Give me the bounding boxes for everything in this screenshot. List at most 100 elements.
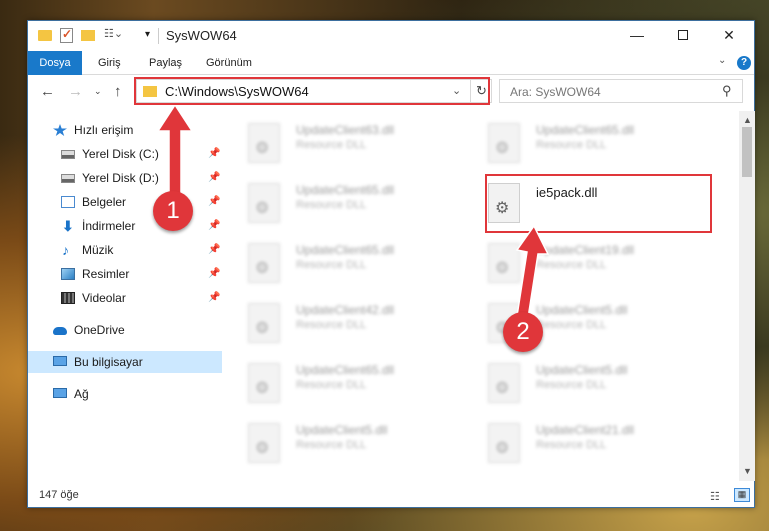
file-description: Resource DLL: [536, 439, 607, 451]
ribbon-tabs: Dosya Giriş Paylaş Görünüm ⌄ ?: [28, 51, 754, 75]
file-item[interactable]: UpdateClient5.dll Resource DLL: [224, 419, 460, 479]
properties-check-icon[interactable]: [60, 27, 73, 43]
file-item[interactable]: UpdateClient65.dll Resource DLL: [464, 119, 700, 179]
close-button[interactable]: ✕: [706, 21, 752, 49]
help-button[interactable]: ?: [737, 56, 751, 70]
minimize-button[interactable]: —: [614, 21, 660, 49]
file-description: Resource DLL: [296, 379, 367, 391]
large-icons-view-icon[interactable]: ▦: [734, 488, 750, 502]
file-description: Resource DLL: [296, 259, 367, 271]
dll-file-icon: [248, 423, 280, 463]
up-button[interactable]: ↑: [114, 83, 122, 100]
sidebar-item-label: Resimler: [82, 267, 130, 281]
vertical-scrollbar[interactable]: ▲ ▼: [739, 111, 755, 481]
sidebar-item-label: Ağ: [74, 387, 89, 401]
sidebar-item-this-pc[interactable]: Bu bilgisayar: [28, 351, 222, 373]
cloud-icon: [53, 327, 67, 335]
disk-icon: [61, 150, 75, 159]
new-folder-icon[interactable]: [81, 30, 95, 41]
file-name: UpdateClient42.dll: [296, 303, 395, 317]
pin-icon[interactable]: 📌: [208, 239, 220, 261]
dll-file-icon: [248, 303, 280, 343]
star-icon: [53, 124, 67, 136]
customize-toolbar-icon[interactable]: ☷⌄: [104, 27, 126, 43]
file-description: Resource DLL: [536, 139, 607, 151]
forward-button[interactable]: →: [68, 83, 83, 100]
tab-file[interactable]: Dosya: [28, 51, 82, 75]
file-name: UpdateClient5.dll: [296, 423, 388, 437]
disk-icon: [61, 174, 75, 183]
network-icon: [53, 388, 67, 398]
sidebar-item-pictures[interactable]: Resimler 📌: [28, 263, 222, 285]
tab-view[interactable]: Görünüm: [196, 51, 262, 75]
sidebar-item-videos[interactable]: Videolar 📌: [28, 287, 222, 309]
file-name: UpdateClient65.dll: [296, 243, 395, 257]
tab-share[interactable]: Paylaş: [139, 51, 192, 75]
search-input[interactable]: Ara: SysWOW64 ⚲: [499, 79, 743, 103]
file-description: Resource DLL: [296, 319, 367, 331]
pin-icon[interactable]: 📌: [208, 191, 220, 213]
arrow-to-file: [515, 226, 550, 319]
file-name: UpdateClient65.dll: [296, 363, 395, 377]
document-icon: [61, 196, 75, 208]
back-button[interactable]: ←: [40, 83, 55, 100]
pin-icon[interactable]: 📌: [208, 287, 220, 309]
dll-file-icon: [248, 123, 280, 163]
file-description: Resource DLL: [536, 379, 607, 391]
pin-icon[interactable]: 📌: [208, 143, 220, 165]
sidebar-item-label: Hızlı erişim: [74, 123, 134, 137]
pin-icon[interactable]: 📌: [208, 167, 220, 189]
title-bar: ☷⌄ ▾ SysWOW64 — ✕: [28, 21, 754, 51]
pin-icon[interactable]: 📌: [208, 215, 220, 237]
download-icon: ⬇: [62, 218, 74, 234]
dll-file-icon: [488, 423, 520, 463]
tab-home[interactable]: Giriş: [88, 51, 131, 75]
file-item[interactable]: UpdateClient5.dll Resource DLL: [464, 359, 700, 419]
dll-file-icon: [248, 243, 280, 283]
file-item[interactable]: UpdateClient65.dll Resource DLL: [224, 179, 460, 239]
step-badge-1: 1: [153, 191, 193, 231]
quick-access-dropdown-icon[interactable]: ▾: [145, 29, 150, 45]
file-item[interactable]: UpdateClient63.dll Resource DLL: [224, 119, 460, 179]
dll-file-icon: [248, 363, 280, 403]
pin-icon[interactable]: 📌: [208, 263, 220, 285]
file-name: UpdateClient5.dll: [536, 363, 628, 377]
expand-ribbon-icon[interactable]: ⌄: [718, 55, 726, 66]
folder-icon[interactable]: [38, 30, 52, 41]
sidebar-item-label: Yerel Disk (C:): [82, 147, 159, 161]
file-item[interactable]: UpdateClient21.dll Resource DLL: [464, 419, 700, 479]
file-description: Resource DLL: [296, 199, 367, 211]
search-placeholder: Ara: SysWOW64: [510, 85, 601, 99]
sidebar-item-onedrive[interactable]: OneDrive: [28, 319, 222, 341]
search-icon[interactable]: ⚲: [722, 83, 732, 99]
details-view-icon[interactable]: ☷: [710, 490, 726, 503]
dll-file-icon: [248, 183, 280, 223]
file-item[interactable]: UpdateClient5.dll Resource DLL: [464, 299, 700, 359]
file-item[interactable]: UpdateClient42.dll Resource DLL: [224, 299, 460, 359]
dll-file-icon: [488, 123, 520, 163]
file-item[interactable]: UpdateClient65.dll Resource DLL: [224, 239, 460, 299]
item-count: 147 öğe: [39, 489, 79, 501]
recent-locations-button[interactable]: ⌄: [94, 86, 102, 97]
file-item[interactable]: UpdateClient19.dll Resource DLL: [464, 239, 700, 299]
scroll-up-icon[interactable]: ▲: [743, 115, 752, 125]
dll-file-icon: [488, 363, 520, 403]
sidebar-item-label: Bu bilgisayar: [74, 355, 143, 369]
sidebar-item-network[interactable]: Ağ: [28, 383, 222, 405]
pictures-icon: [61, 268, 75, 280]
sidebar-item-downloads[interactable]: ⬇ İndirmeler 📌: [28, 215, 222, 237]
file-list: UpdateClient63.dll Resource DLL UpdateCl…: [224, 111, 738, 481]
file-name: UpdateClient21.dll: [536, 423, 635, 437]
maximize-button[interactable]: [660, 21, 706, 49]
sidebar-item-label: Müzik: [82, 243, 114, 257]
scroll-down-icon[interactable]: ▼: [743, 466, 752, 476]
file-name: UpdateClient65.dll: [536, 123, 635, 137]
sidebar-item-music[interactable]: ♪ Müzik 📌: [28, 239, 222, 261]
scrollbar-thumb[interactable]: [742, 127, 752, 177]
sidebar-item-label: Yerel Disk (D:): [82, 171, 159, 185]
file-item[interactable]: UpdateClient65.dll Resource DLL: [224, 359, 460, 419]
address-highlight: [134, 77, 490, 105]
file-highlight: [485, 174, 712, 233]
sidebar-item-label: Belgeler: [82, 195, 127, 209]
file-name: UpdateClient63.dll: [296, 123, 395, 137]
